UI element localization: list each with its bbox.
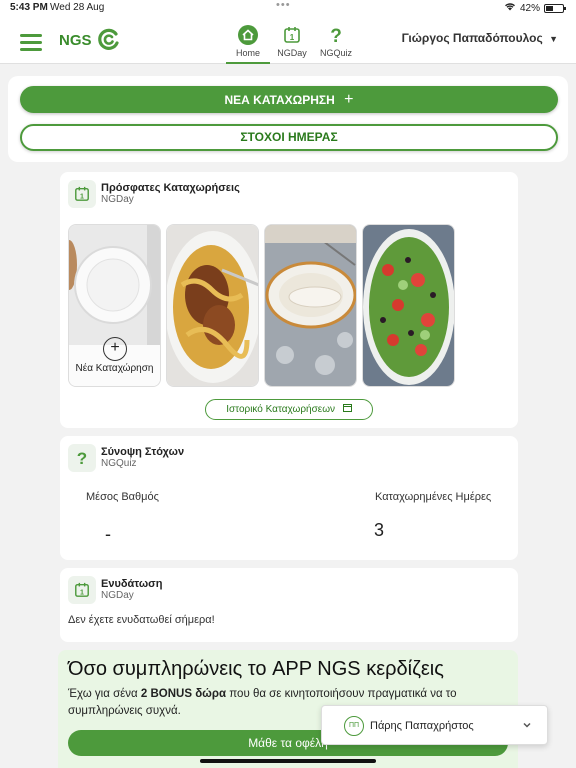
actions-card: ΝΕΑ ΚΑΤΑΧΩΡΗΣΗ + ΣΤΟΧΟΙ ΗΜΕΡΑΣ	[8, 76, 568, 162]
new-entry-button-label: ΝΕΑ ΚΑΤΑΧΩΡΗΣΗ	[224, 93, 335, 107]
calendar-icon: 1	[270, 24, 314, 46]
entries-gallery: + Νέα Καταχώρηση	[68, 224, 460, 387]
status-date: Wed 28 Aug	[50, 2, 105, 13]
chevron-down-icon[interactable]	[521, 718, 533, 736]
contact-name: Πάρης Παπαχρήστος	[370, 720, 474, 732]
calendar-icon: 1	[68, 180, 96, 208]
promo-title: Όσο συμπληρώνεις το APP NGS κερδίζεις	[68, 658, 444, 680]
user-menu[interactable]: Γιώργος Παπαδόπουλος ▼	[402, 31, 558, 45]
entry-photo[interactable]	[166, 224, 259, 387]
brand-name: NGS	[59, 32, 92, 49]
learn-benefits-label: Μάθε τα οφέλη	[248, 736, 328, 750]
avatar: ΠΠ	[344, 716, 364, 736]
home-icon	[226, 24, 270, 46]
add-entry-icon[interactable]: +	[103, 337, 127, 361]
tab-ngday[interactable]: 1 NGDay	[270, 24, 314, 64]
question-icon: ?	[68, 444, 96, 472]
multitask-dots[interactable]: •••	[276, 0, 291, 11]
menu-icon[interactable]	[20, 34, 42, 55]
question-icon: ?	[314, 24, 358, 46]
recent-entries-card: 1 Πρόσφατες Καταχωρήσεις NGDay + Νέα Κατ…	[60, 172, 518, 428]
svg-text:1: 1	[80, 192, 84, 200]
home-indicator[interactable]	[200, 759, 376, 763]
hydration-title: Ενυδάτωση	[101, 578, 163, 590]
new-entry-label: Νέα Καταχώρηση	[75, 363, 154, 374]
plus-icon: +	[344, 91, 354, 108]
goals-summary-title: Σύνοψη Στόχων	[101, 446, 185, 458]
average-score-value: -	[105, 524, 111, 544]
wifi-icon	[504, 2, 516, 14]
new-entry-button[interactable]: ΝΕΑ ΚΑΤΑΧΩΡΗΣΗ +	[20, 86, 558, 113]
calendar-small-icon	[342, 404, 352, 415]
entry-photo[interactable]	[362, 224, 455, 387]
tab-ngday-label: NGDay	[277, 48, 307, 58]
hydration-message: Δεν έχετε ενυδατωθεί σήμερα!	[68, 614, 215, 626]
status-time: 5:43 PM	[10, 2, 48, 13]
contact-widget[interactable]: ΠΠ Πάρης Παπαχρήστος	[321, 705, 548, 745]
daily-goals-button-label: ΣΤΟΧΟΙ ΗΜΕΡΑΣ	[240, 130, 338, 144]
tab-home[interactable]: Home	[226, 24, 270, 64]
average-score-label: Μέσος Βαθμός	[86, 491, 159, 503]
top-nav: Home 1 NGDay ? NGQuiz	[226, 24, 358, 64]
status-bar: 5:43 PM Wed 28 Aug ••• 42%	[0, 0, 576, 16]
fish-dish-image	[265, 225, 356, 386]
svg-text:1: 1	[80, 588, 84, 596]
logo-icon	[97, 27, 121, 56]
recorded-days-value: 3	[374, 520, 385, 540]
goals-summary-card: ? Σύνοψη Στόχων NGQuiz Μέσος Βαθμός - Κα…	[60, 436, 518, 560]
calendar-icon: 1	[68, 576, 96, 604]
pasta-image	[167, 225, 258, 386]
recent-entries-subtitle: NGDay	[101, 194, 134, 205]
salad-image	[363, 225, 454, 386]
tab-ngquiz[interactable]: ? NGQuiz	[314, 24, 358, 64]
svg-text:?: ?	[77, 449, 87, 467]
goals-summary-subtitle: NGQuiz	[101, 458, 137, 469]
svg-text:1: 1	[290, 33, 295, 42]
battery-percent: 42%	[519, 2, 540, 14]
svg-text:?: ?	[330, 26, 342, 45]
app-header: NGS Home 1 NGDay ? NGQuiz Γιώργος Παπαδό…	[0, 16, 576, 64]
battery-icon	[544, 3, 566, 13]
tab-home-label: Home	[235, 48, 260, 58]
tab-ngquiz-label: NGQuiz	[319, 48, 352, 58]
entry-history-label: Ιστορικό Καταχωρήσεων	[226, 404, 336, 415]
caret-down-icon: ▼	[549, 34, 558, 44]
hydration-card: 1 Ενυδάτωση NGDay Δεν έχετε ενυδατωθεί σ…	[60, 568, 518, 642]
entry-history-button[interactable]: Ιστορικό Καταχωρήσεων	[205, 399, 373, 420]
user-name: Γιώργος Παπαδόπουλος	[401, 31, 543, 45]
promo-text-bold: 2 BONUS δώρα	[140, 688, 227, 700]
recorded-days-label: Καταχωρημένες Ημέρες	[375, 491, 492, 503]
daily-goals-button[interactable]: ΣΤΟΧΟΙ ΗΜΕΡΑΣ	[20, 124, 558, 151]
new-entry-tile[interactable]: + Νέα Καταχώρηση	[68, 224, 161, 387]
promo-text-start: Έχω για σένα	[68, 688, 141, 700]
entry-photo[interactable]	[264, 224, 357, 387]
hydration-subtitle: NGDay	[101, 590, 134, 601]
recent-entries-title: Πρόσφατες Καταχωρήσεις	[101, 182, 240, 194]
